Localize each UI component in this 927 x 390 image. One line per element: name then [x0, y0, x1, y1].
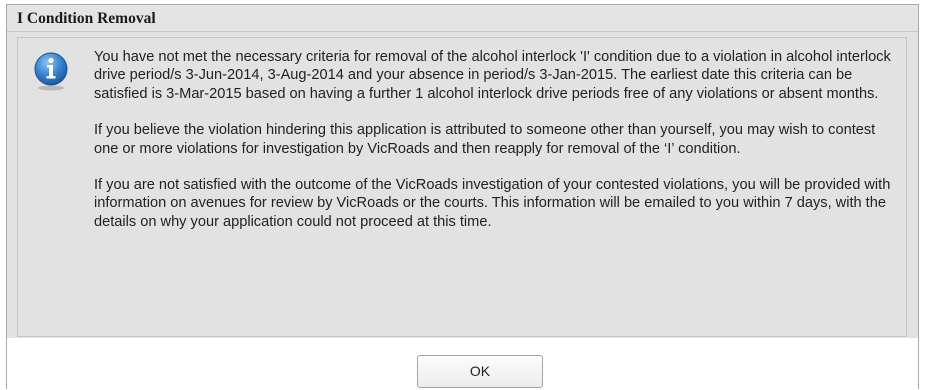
condition-removal-dialog: I Condition Removal You have not met the…: [6, 4, 919, 390]
ok-button[interactable]: OK: [417, 355, 543, 388]
dialog-message: You have not met the necessary criteria …: [94, 48, 894, 249]
dialog-title: I Condition Removal: [7, 5, 918, 32]
dialog-content: You have not met the necessary criteria …: [17, 37, 907, 337]
message-paragraph: You have not met the necessary criteria …: [94, 49, 891, 102]
info-icon: [32, 51, 70, 91]
message-paragraph: If you are not satisfied with the outcom…: [94, 177, 891, 230]
dialog-footer: OK: [7, 338, 918, 390]
message-paragraph: If you believe the violation hindering t…: [94, 122, 876, 157]
